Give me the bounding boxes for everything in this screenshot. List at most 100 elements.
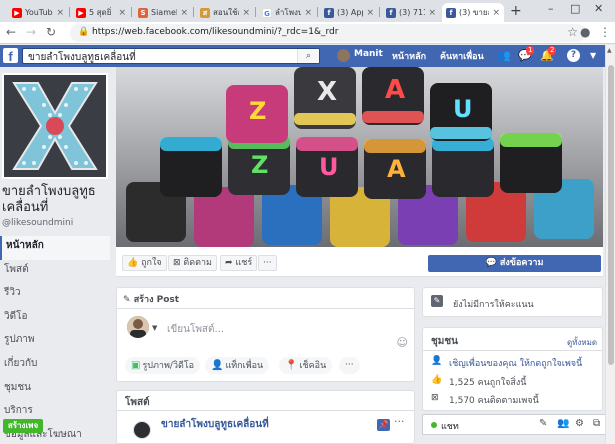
post-more-button[interactable]: ···	[394, 415, 405, 428]
browser-tab[interactable]: ▶ YouTub ×	[8, 3, 68, 22]
cover-letter: A	[387, 155, 406, 183]
minimize-icon[interactable]: –	[548, 2, 554, 15]
dropdown-arrow-icon[interactable]: ▼	[590, 51, 596, 60]
lock-icon: 🔒	[78, 27, 90, 37]
group-icon[interactable]: 👥	[557, 418, 569, 429]
like-label: ถูกใจ	[141, 258, 162, 268]
account-icon[interactable]: ●	[580, 25, 590, 39]
scroll-up-icon[interactable]: ▲	[607, 47, 612, 54]
sidebar-item-community[interactable]: ชุมชน	[0, 378, 110, 402]
dropdown-arrow-icon[interactable]: ▼	[152, 324, 157, 332]
pin-icon: 📌	[377, 419, 390, 431]
facebook-logo-icon[interactable]: f	[3, 48, 18, 64]
posts-header: โพสต์	[125, 397, 150, 408]
sidebar-item-home[interactable]: หน้าหลัก	[0, 236, 110, 260]
page-title[interactable]: ขายลำโพงบลูทูธเคลื่อนที่	[2, 184, 114, 216]
close-icon[interactable]: ×	[118, 8, 126, 18]
google-icon: G	[262, 7, 272, 18]
more-button[interactable]: ···	[258, 255, 277, 271]
nav-profile[interactable]: Manit	[354, 49, 383, 59]
chat-bar[interactable]: แชท ✎ 👥 ⚙ ⧉	[422, 414, 615, 435]
new-tab-button[interactable]: +	[510, 3, 522, 19]
menu-dots-icon[interactable]: ⋮	[599, 25, 611, 39]
browser-toolbar: ← → ↻ 🔒 https://web.facebook.com/likesou…	[0, 22, 615, 44]
browser-tab[interactable]: ส สอนใช้ส ×	[196, 3, 254, 22]
sidebar-item-videos[interactable]: วิดีโอ	[0, 307, 110, 331]
nav-home[interactable]: หน้าหลัก	[392, 49, 426, 63]
sidebar-item-photos[interactable]: รูปภาพ	[0, 330, 110, 354]
tag-friends-label: แท็กเพื่อน	[225, 361, 264, 371]
see-all-link[interactable]: ดูทั้งหมด	[567, 336, 597, 349]
compose-icon[interactable]: ✎	[539, 418, 547, 429]
browser-tab[interactable]: S Siameli ×	[134, 3, 192, 22]
avatar[interactable]	[127, 316, 149, 338]
browser-tab[interactable]: ▶ 5 สุดยิ่ ×	[72, 3, 130, 22]
page-profile-picture[interactable]	[2, 73, 108, 179]
post-author-link[interactable]: ขายลำโพงบลูทูธเคลื่อนที่	[161, 417, 269, 432]
site-icon: ส	[200, 7, 210, 18]
page-scrollbar[interactable]: ▲	[605, 45, 615, 444]
forward-icon[interactable]: →	[26, 25, 36, 39]
share-button[interactable]: ➦ แชร์	[220, 255, 258, 271]
emoji-icon[interactable]: ☺	[397, 336, 408, 349]
sidebar-item-posts[interactable]: โพสต์	[0, 260, 110, 284]
browser-tab[interactable]: f (3) Appl ×	[320, 3, 378, 22]
close-icon[interactable]: ×	[366, 8, 374, 18]
cover-photo[interactable]: X A Z U Z U A	[116, 67, 603, 247]
sidebar-item-reviews[interactable]: รีวิว	[0, 283, 110, 307]
nav-find-friends[interactable]: ค้นหาเพื่อน	[440, 49, 484, 63]
browser-tab-active[interactable]: f (3) ขายล ×	[442, 3, 504, 22]
help-icon[interactable]: ?	[567, 49, 580, 62]
divider	[117, 410, 414, 411]
close-icon[interactable]: ×	[492, 8, 500, 18]
create-post-title: ✎ สร้าง Post	[123, 292, 179, 306]
search-input[interactable]: ขายลำโพงบลูทูธเคลื่อนที่ ⌕	[22, 48, 320, 64]
divider	[117, 308, 414, 309]
reload-icon[interactable]: ↻	[46, 25, 56, 39]
page-handle[interactable]: @likesoundmini	[2, 218, 73, 228]
likes-count: 1,525 คนถูกใจสิ่งนี้	[449, 378, 527, 388]
close-icon[interactable]: ×	[242, 8, 250, 18]
search-icon[interactable]: ⌕	[297, 49, 319, 63]
send-message-button[interactable]: 💬 ส่งข้อความ	[428, 255, 601, 272]
gear-icon[interactable]: ⚙	[575, 418, 584, 429]
like-button[interactable]: 👍 ถูกใจ	[122, 255, 167, 271]
messages-badge: 1	[526, 46, 535, 55]
tab-title: ลำโพงบ	[275, 8, 302, 17]
avatar[interactable]	[337, 49, 350, 62]
rating-card: ✎ ยังไม่มีการให้คะแนน	[422, 287, 603, 317]
friend-requests-icon[interactable]: 👥	[497, 49, 511, 62]
invite-friends-link[interactable]: เชิญเพื่อนของคุณ ให้กดถูกใจเพจนี้	[449, 356, 582, 370]
back-icon[interactable]: ←	[6, 25, 16, 39]
scroll-thumb[interactable]	[608, 65, 614, 365]
maximize-icon[interactable]: □	[570, 2, 580, 15]
sidebar-item-about[interactable]: เกี่ยวกับ	[0, 354, 110, 378]
address-bar[interactable]: 🔒 https://web.facebook.com/likesoundmini…	[70, 24, 586, 42]
photo-video-button[interactable]: ▣ รูปภาพ/วิดีโอ	[125, 357, 201, 374]
search-value[interactable]: ขายลำโพงบลูทูธเคลื่อนที่	[28, 50, 136, 65]
follow-label: ติดตาม	[183, 258, 212, 268]
close-icon[interactable]: ×	[56, 8, 64, 18]
post-composer-input[interactable]: เขียนโพสต์...	[167, 322, 224, 337]
more-options-button[interactable]: ···	[339, 357, 360, 374]
create-page-button[interactable]: สร้างเพจ	[3, 419, 43, 433]
close-icon[interactable]: ×	[180, 8, 188, 18]
expand-icon[interactable]: ⧉	[593, 418, 600, 429]
close-icon[interactable]: ×	[428, 8, 436, 18]
bookmark-star-icon[interactable]: ☆	[567, 25, 578, 39]
close-window-icon[interactable]: ✕	[594, 2, 603, 15]
follow-button[interactable]: ⊠ ติดตาม	[168, 255, 217, 271]
facebook-icon: f	[386, 7, 396, 18]
cover-letter: Z	[249, 97, 267, 125]
browser-tab[interactable]: f (3) 711 ×	[382, 3, 440, 22]
create-post-title-text: สร้าง Post	[133, 295, 180, 305]
page-sidebar-nav: หน้าหลัก โพสต์ รีวิว วิดีโอ รูปภาพ เกี่ย…	[0, 236, 110, 444]
browser-tab[interactable]: G ลำโพงบ ×	[258, 3, 316, 22]
url-text[interactable]: https://web.facebook.com/likesoundmini/?…	[92, 27, 338, 37]
close-icon[interactable]: ×	[304, 8, 312, 18]
community-card: ชุมชน ดูทั้งหมด 👤 เชิญเพื่อนของคุณ ให้กด…	[422, 327, 603, 411]
avatar[interactable]	[133, 421, 151, 439]
check-in-button[interactable]: 📍 เช็คอิน	[279, 357, 333, 374]
tag-friends-button[interactable]: 👤 แท็กเพื่อน	[205, 357, 270, 374]
rating-icon: ✎	[431, 295, 443, 307]
